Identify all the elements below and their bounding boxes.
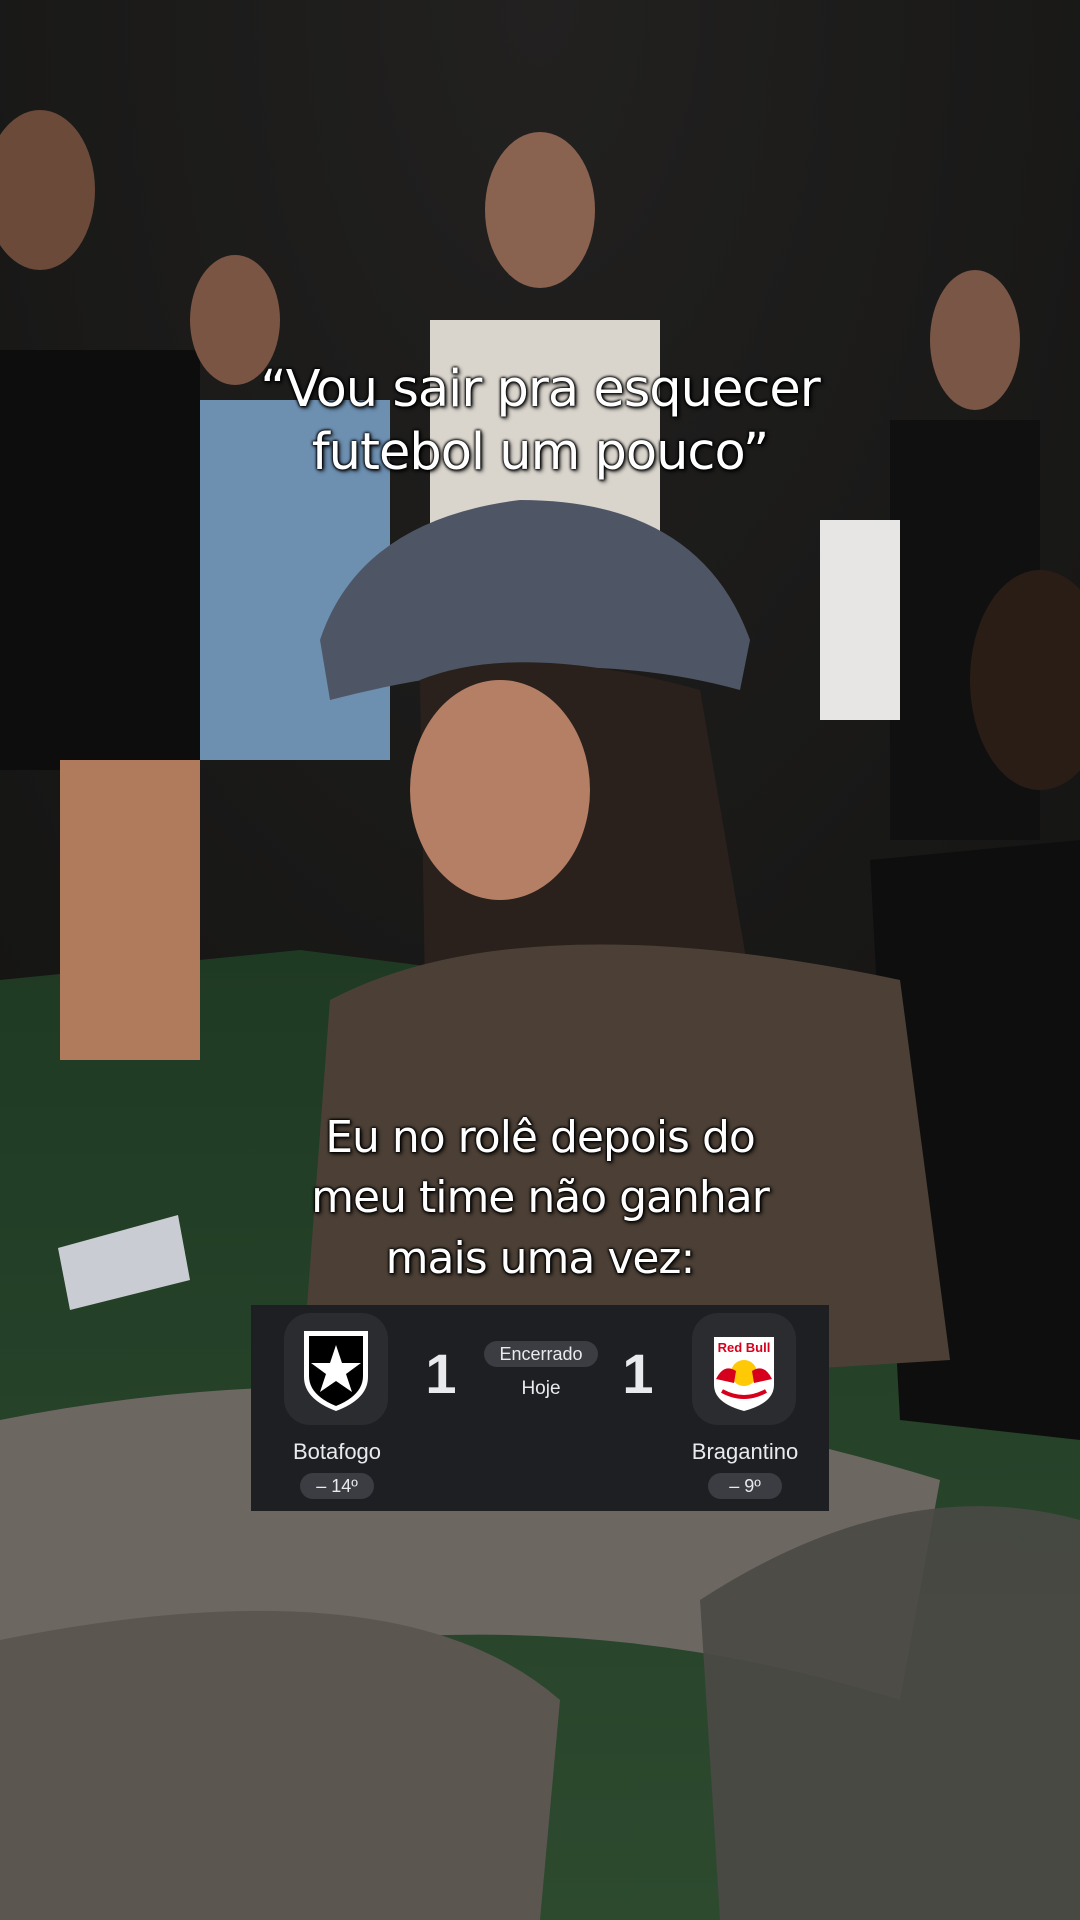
bottom-caption-line-1: Eu no rolê depois do bbox=[325, 1112, 756, 1163]
red-bull-crest-text: Red Bull bbox=[718, 1340, 771, 1355]
away-team-crest: Red Bull bbox=[692, 1313, 796, 1425]
top-caption-line-2: futebol um pouco” bbox=[311, 423, 770, 483]
top-caption-line-1: “Vou sair pra esquecer bbox=[260, 360, 820, 419]
match-date: Hoje bbox=[521, 1378, 561, 1399]
bottom-caption: Eu no rolê depois do meu time não ganhar… bbox=[0, 1108, 1080, 1289]
match-status-badge: Encerrado bbox=[484, 1341, 598, 1367]
home-team-position-badge: – 14º bbox=[300, 1473, 374, 1499]
bottom-caption-line-2: meu time não ganhar bbox=[311, 1172, 770, 1224]
botafogo-crest-icon bbox=[304, 1331, 368, 1411]
match-scoreboard: Botafogo – 14º 1 Encerrado Hoje 1 Red Bu… bbox=[251, 1305, 829, 1511]
home-team-crest bbox=[284, 1313, 388, 1425]
bottom-caption-line-3: mais uma vez: bbox=[385, 1232, 696, 1284]
home-score: 1 bbox=[425, 1342, 457, 1405]
top-caption: “Vou sair pra esquecer futebol um pouco” bbox=[0, 358, 1080, 484]
away-score: 1 bbox=[622, 1342, 654, 1405]
home-team-name: Botafogo bbox=[292, 1439, 382, 1464]
background-photo bbox=[0, 0, 1080, 1920]
away-team-position-badge: – 9º bbox=[708, 1473, 782, 1499]
away-team-name: Bragantino bbox=[691, 1439, 799, 1464]
red-bull-bragantino-crest-icon: Red Bull bbox=[714, 1337, 774, 1411]
